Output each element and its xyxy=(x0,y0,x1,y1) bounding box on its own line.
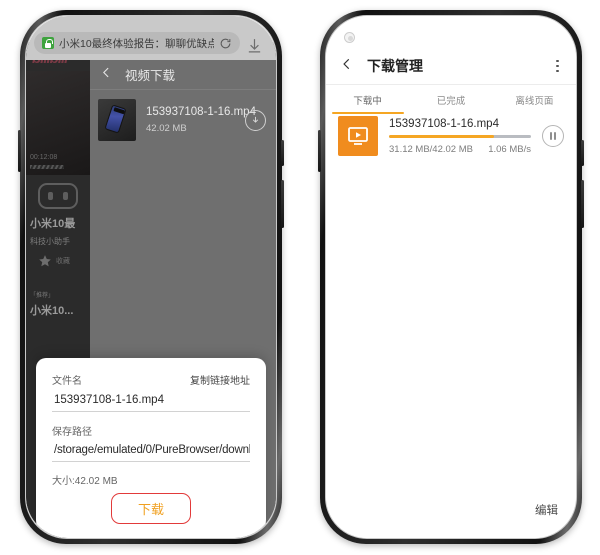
download-stats-row: 31.12 MB/42.02 MB 1.06 MB/s xyxy=(389,144,531,155)
download-circle-icon[interactable] xyxy=(245,109,266,131)
phone-side-button-left[interactable] xyxy=(18,130,21,172)
video-panel-header: 视频下载 xyxy=(90,60,276,90)
filename-input[interactable]: 153937108-1-16.mp4 xyxy=(52,394,250,412)
download-arrow-icon[interactable] xyxy=(240,37,268,54)
tab-offline-pages[interactable]: 离线页面 xyxy=(493,85,576,114)
video-panel-title: 视频下载 xyxy=(125,69,176,83)
background-uploader-name: 科技小助手 xyxy=(30,237,70,246)
video-file-size: 42.02 MB xyxy=(146,123,187,134)
edit-button[interactable]: 编辑 xyxy=(535,502,558,518)
phone-power-button[interactable] xyxy=(281,180,284,228)
video-progress-strip xyxy=(30,165,64,169)
phone-volume-button-2[interactable] xyxy=(581,140,584,166)
tab-downloading[interactable]: 下载中 xyxy=(326,85,409,114)
more-vertical-icon[interactable] xyxy=(553,56,562,77)
background-related-title: 小米10... xyxy=(30,305,74,317)
right-phone-body: 下载管理 下载中 已完成 离线页面 153937108-1-16.mp4 31.… xyxy=(325,15,577,539)
background-video-player[interactable]: 00:12:08 xyxy=(26,71,90,175)
download-progress-fill xyxy=(389,134,495,138)
lock-icon xyxy=(42,37,54,49)
download-bottom-sheet: 文件名 复制链接地址 153937108-1-16.mp4 保存路径 /stor… xyxy=(36,358,266,538)
refresh-icon[interactable] xyxy=(219,37,232,50)
save-path-label: 保存路径 xyxy=(52,427,92,438)
left-phone-screen: bilibili 00:12:08 小米10最 科技小助手 收藏 xyxy=(26,16,276,538)
download-item-body: 153937108-1-16.mp4 31.12 MB/42.02 MB 1.0… xyxy=(389,118,531,155)
phone-volume-button[interactable] xyxy=(281,140,284,166)
video-file-icon xyxy=(338,116,378,156)
save-path-input[interactable]: /storage/emulated/0/PureBrowser/download… xyxy=(52,444,250,462)
copy-link-button[interactable]: 复制链接地址 xyxy=(190,372,250,387)
video-item-meta: 153937108-1-16.mp4 42.02 MB xyxy=(146,106,256,134)
phone-power-button-2[interactable] xyxy=(581,180,584,228)
pause-circle-icon[interactable] xyxy=(542,125,564,147)
bilibili-mascot-icon xyxy=(38,183,78,209)
browser-address-bar: 小米10最终体验报告：聊聊优缺点，... xyxy=(26,16,276,60)
left-phone-body: bilibili 00:12:08 小米10最 科技小助手 收藏 xyxy=(25,15,277,539)
address-title-text: 小米10最终体验报告：聊聊优缺点，... xyxy=(59,37,214,50)
star-icon xyxy=(39,255,51,267)
filename-label: 文件名 xyxy=(52,376,82,387)
left-phone-device: bilibili 00:12:08 小米10最 科技小助手 收藏 xyxy=(18,10,284,544)
right-phone-device: 下载管理 下载中 已完成 离线页面 153937108-1-16.mp4 31.… xyxy=(318,10,584,544)
phone-side-button-left-2[interactable] xyxy=(318,130,321,172)
background-favorite-action[interactable]: 收藏 xyxy=(38,254,90,268)
video-thumbnail xyxy=(98,99,136,141)
download-progress-text: 31.12 MB/42.02 MB xyxy=(389,143,473,155)
favorite-label: 收藏 xyxy=(56,258,70,265)
sheet-action-row: 下载 xyxy=(52,493,250,524)
video-file-name: 153937108-1-16.mp4 xyxy=(146,106,256,118)
right-phone-screen: 下载管理 下载中 已完成 离线页面 153937108-1-16.mp4 31.… xyxy=(326,16,576,538)
download-speed-text: 1.06 MB/s xyxy=(488,143,531,155)
download-list-item[interactable]: 153937108-1-16.mp4 31.12 MB/42.02 MB 1.0… xyxy=(326,116,576,156)
file-size-text: 大小:42.02 MB xyxy=(52,476,118,487)
download-button[interactable]: 下载 xyxy=(110,493,191,524)
sheet-top-row: 文件名 复制链接地址 xyxy=(52,372,250,387)
front-camera-punch-hole xyxy=(344,32,355,43)
tab-completed[interactable]: 已完成 xyxy=(409,85,492,114)
video-list-item[interactable]: 153937108-1-16.mp4 42.02 MB xyxy=(90,90,276,150)
background-video-title: 小米10最 xyxy=(30,218,76,230)
address-input-pill[interactable]: 小米10最终体验报告：聊聊优缺点，... xyxy=(34,32,240,54)
chevron-left-icon[interactable] xyxy=(100,66,113,84)
screenshot-stage: bilibili 00:12:08 小米10最 科技小助手 收藏 xyxy=(0,0,600,555)
chevron-left-icon[interactable] xyxy=(340,57,354,76)
video-duration-label: 00:12:08 xyxy=(30,154,58,161)
download-progress-bar xyxy=(389,134,531,138)
background-section-tag: 「推荐」 xyxy=(30,293,55,299)
download-tabs: 下载中 已完成 离线页面 xyxy=(326,84,576,114)
download-manager-header: 下载管理 xyxy=(326,48,576,84)
download-file-name: 153937108-1-16.mp4 xyxy=(389,117,499,130)
page-title: 下载管理 xyxy=(367,58,423,74)
